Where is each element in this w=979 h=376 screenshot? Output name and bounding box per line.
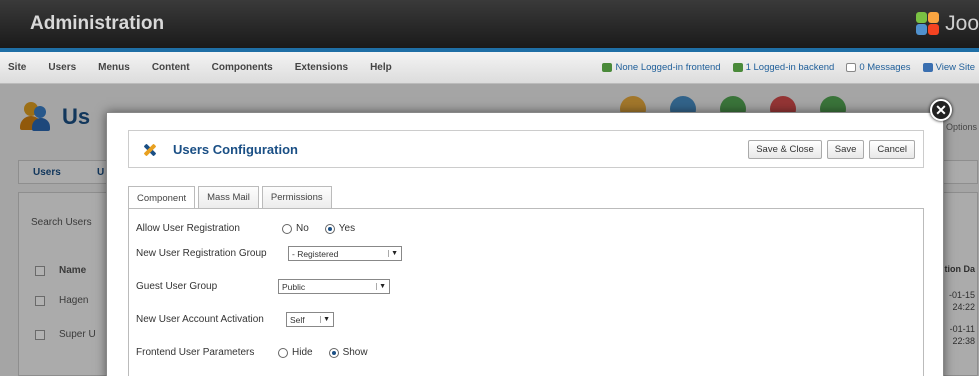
- users-configuration-modal: Users Configuration Save & Close Save Ca…: [106, 112, 944, 376]
- guest-group-value: Public: [282, 281, 306, 292]
- users-icon: [602, 63, 613, 72]
- component-form: Allow User Registration No Yes New User …: [128, 208, 924, 376]
- chevron-down-icon: ▼: [388, 250, 398, 257]
- mail-icon: [846, 63, 857, 72]
- tools-icon: [144, 144, 156, 156]
- new-user-group-label: New User Registration Group: [136, 248, 267, 259]
- new-user-group-value: - Registered: [292, 248, 339, 259]
- joomla-logo[interactable]: Joo: [915, 10, 979, 38]
- cancel-button[interactable]: Cancel: [869, 140, 915, 159]
- account-activation-select[interactable]: Self ▼: [286, 312, 334, 327]
- status-frontend[interactable]: None Logged-in frontend: [602, 62, 721, 73]
- new-user-group-row: New User Registration Group - Registered…: [136, 246, 402, 261]
- modal-header: Users Configuration Save & Close Save Ca…: [128, 130, 924, 168]
- admin-header: Administration Joo: [0, 0, 979, 48]
- monitor-icon: [922, 63, 933, 72]
- chevron-down-icon: ▼: [376, 283, 386, 290]
- menu-item-help[interactable]: Help: [370, 62, 392, 73]
- users-icon: [732, 63, 743, 72]
- status-backend-label: 1 Logged-in backend: [745, 62, 835, 73]
- save-button[interactable]: Save: [826, 140, 865, 159]
- guest-group-row: Guest User Group Public ▼: [136, 279, 390, 294]
- close-icon[interactable]: ✕: [930, 99, 952, 121]
- save-close-button[interactable]: Save & Close: [748, 140, 822, 159]
- status-backend[interactable]: 1 Logged-in backend: [732, 62, 835, 73]
- admin-title: Administration: [30, 13, 165, 34]
- status-messages-label: 0 Messages: [859, 62, 911, 73]
- frontend-show-radio[interactable]: [328, 347, 339, 358]
- tab-permissions[interactable]: Permissions: [261, 186, 332, 208]
- allow-registration-label: Allow User Registration: [136, 223, 240, 234]
- modal-tabs: Component Mass Mail Permissions: [128, 186, 335, 209]
- frontend-hide-label[interactable]: Hide: [292, 347, 313, 358]
- tab-mass-mail[interactable]: Mass Mail: [198, 186, 259, 208]
- menu-item-menus[interactable]: Menus: [98, 62, 130, 73]
- menu-item-extensions[interactable]: Extensions: [295, 62, 348, 73]
- status-view-site-label: View Site: [935, 62, 975, 73]
- menu-bar: Site Users Menus Content Components Exte…: [0, 52, 979, 84]
- account-activation-row: New User Account Activation Self ▼: [136, 312, 334, 327]
- status-bar: None Logged-in frontend 1 Logged-in back…: [590, 62, 975, 73]
- allow-registration-row: Allow User Registration No Yes: [136, 223, 371, 234]
- status-frontend-label: None Logged-in frontend: [615, 62, 721, 73]
- modal-toolbar: Save & Close Save Cancel: [743, 140, 915, 159]
- menu-item-users[interactable]: Users: [48, 62, 76, 73]
- status-messages[interactable]: 0 Messages: [846, 62, 911, 73]
- account-activation-value: Self: [290, 314, 305, 325]
- frontend-params-row: Frontend User Parameters Hide Show: [136, 347, 384, 358]
- menu-item-site[interactable]: Site: [8, 62, 26, 73]
- tab-component[interactable]: Component: [128, 186, 196, 209]
- joomla-logo-icon: [915, 11, 941, 37]
- frontend-hide-radio[interactable]: [278, 347, 288, 358]
- frontend-params-label: Frontend User Parameters: [136, 347, 255, 358]
- frontend-show-label[interactable]: Show: [343, 347, 368, 358]
- main-menu: Site Users Menus Content Components Exte…: [0, 62, 414, 73]
- menu-item-components[interactable]: Components: [212, 62, 273, 73]
- guest-group-select[interactable]: Public ▼: [278, 279, 390, 294]
- registration-no-label[interactable]: No: [296, 223, 309, 234]
- modal-title: Users Configuration: [173, 142, 298, 157]
- status-view-site[interactable]: View Site: [922, 62, 975, 73]
- guest-group-label: Guest User Group: [136, 281, 218, 292]
- registration-no-radio[interactable]: [282, 223, 292, 234]
- logo-text: Joo: [945, 12, 979, 35]
- account-activation-label: New User Account Activation: [136, 314, 264, 325]
- new-user-group-select[interactable]: - Registered ▼: [288, 246, 402, 261]
- registration-yes-radio[interactable]: [324, 223, 335, 234]
- chevron-down-icon: ▼: [320, 316, 330, 323]
- menu-item-content[interactable]: Content: [152, 62, 190, 73]
- registration-yes-label[interactable]: Yes: [339, 223, 355, 234]
